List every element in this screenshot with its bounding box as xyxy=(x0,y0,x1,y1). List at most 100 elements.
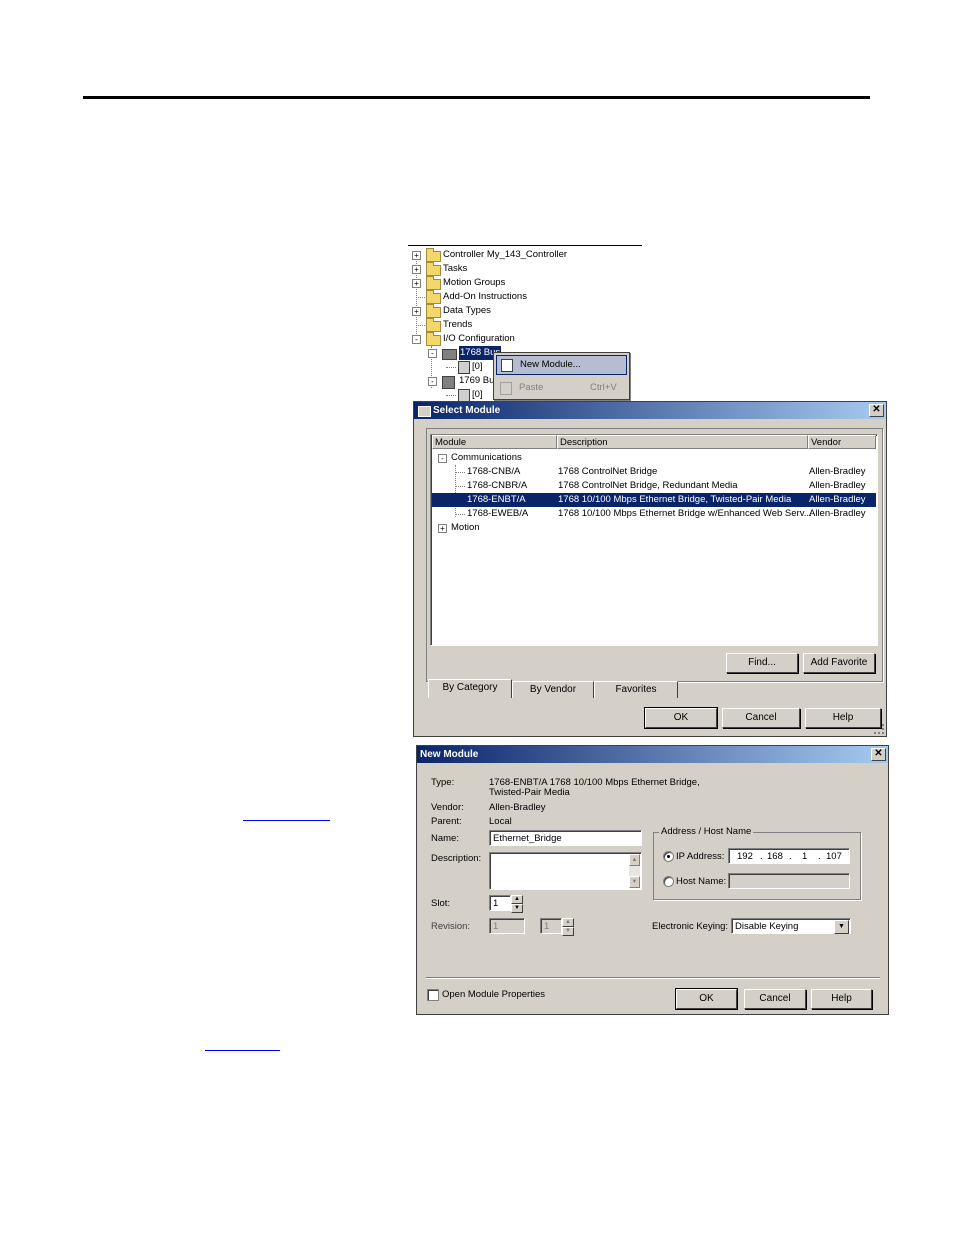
column-header-module[interactable]: Module xyxy=(432,435,557,449)
host-name-radio[interactable] xyxy=(663,876,674,887)
revision-major-field: 1 xyxy=(489,918,525,934)
spin-down-icon[interactable]: ▼ xyxy=(511,904,523,913)
folder-icon xyxy=(426,304,441,318)
group-label: Motion xyxy=(451,522,480,533)
expand-icon[interactable]: + xyxy=(412,265,421,274)
tab-by-category[interactable]: By Category xyxy=(428,679,512,698)
cancel-button[interactable]: Cancel xyxy=(744,989,806,1009)
close-icon[interactable]: ✕ xyxy=(871,748,886,761)
spin-up-icon: ▲ xyxy=(562,918,574,927)
add-favorite-button[interactable]: Add Favorite xyxy=(803,653,875,673)
context-menu: New Module... Paste Ctrl+V xyxy=(493,352,630,400)
ip-address-radio[interactable] xyxy=(663,851,674,862)
name-label: Name: xyxy=(431,833,459,844)
close-icon[interactable]: ✕ xyxy=(869,404,884,417)
tree-item-label: Data Types xyxy=(443,305,491,316)
name-field[interactable]: Ethernet_Bridge xyxy=(489,830,642,846)
ok-button[interactable]: OK xyxy=(644,707,718,729)
expand-icon[interactable]: + xyxy=(438,524,447,533)
module-name: 1768-EWEB/A xyxy=(467,508,529,519)
description-field[interactable]: ▲ ▼ xyxy=(489,852,642,890)
paste-icon xyxy=(500,382,512,395)
parent-label: Parent: xyxy=(431,816,462,827)
vendor-value: Allen-Bradley xyxy=(489,802,546,813)
chevron-down-icon[interactable]: ▼ xyxy=(834,920,849,934)
cross-reference-link-2[interactable] xyxy=(205,1050,280,1051)
tab-favorites[interactable]: Favorites xyxy=(594,681,678,698)
group-label: Communications xyxy=(451,452,522,463)
collapse-icon[interactable]: - xyxy=(438,454,447,463)
menu-item-paste[interactable]: Paste Ctrl+V xyxy=(496,379,625,397)
slot-label: Slot: xyxy=(431,898,451,909)
scroll-down-icon[interactable]: ▼ xyxy=(629,876,640,888)
tree-item-label: [0] xyxy=(472,389,483,400)
collapse-icon[interactable]: - xyxy=(428,349,437,358)
list-item[interactable]: 1768-CNBR/A 1768 ControlNet Bridge, Redu… xyxy=(432,479,876,493)
module-vendor: Allen-Bradley xyxy=(809,466,866,477)
help-button[interactable]: Help xyxy=(811,989,872,1009)
list-group-motion[interactable]: + Motion xyxy=(432,521,876,535)
slot-field[interactable]: 1 xyxy=(489,895,511,911)
list-item-selected[interactable]: 1768-ENBT/A 1768 10/100 Mbps Ethernet Br… xyxy=(432,493,876,507)
module-name: 1768-ENBT/A xyxy=(467,494,526,505)
ip-dot: . xyxy=(789,851,792,862)
open-module-properties-label: Open Module Properties xyxy=(442,989,545,1000)
bus-icon xyxy=(442,376,455,389)
electronic-keying-select[interactable]: Disable Keying ▼ xyxy=(731,918,851,934)
list-item[interactable]: 1768-EWEB/A 1768 10/100 Mbps Ethernet Br… xyxy=(432,507,876,521)
scrollbar[interactable]: ▲ ▼ xyxy=(629,854,640,888)
host-name-field xyxy=(728,873,850,889)
dialog-title: Select Module xyxy=(433,405,501,416)
tree-item-label: I/O Configuration xyxy=(443,333,515,344)
new-module-icon xyxy=(501,359,513,372)
ok-button[interactable]: OK xyxy=(675,988,738,1010)
expand-icon[interactable]: + xyxy=(412,251,421,260)
tree-item-label: Trends xyxy=(443,319,473,330)
collapse-icon[interactable]: - xyxy=(428,377,437,386)
menu-item-shortcut: Ctrl+V xyxy=(590,382,617,393)
ip-octet-1: 192 xyxy=(737,851,753,862)
cross-reference-link-1[interactable] xyxy=(243,820,330,821)
tree-item-label: Motion Groups xyxy=(443,277,506,288)
folder-open-icon xyxy=(426,332,441,346)
list-group-communications[interactable]: - Communications xyxy=(432,451,876,465)
revision-label: Revision: xyxy=(431,921,471,932)
tree-item-label: Tasks xyxy=(443,263,468,274)
bus-icon xyxy=(442,349,457,360)
column-header-description[interactable]: Description xyxy=(557,435,808,449)
electronic-keying-label: Electronic Keying: xyxy=(652,921,729,932)
resize-grip-icon[interactable] xyxy=(874,724,884,734)
spin-up-icon[interactable]: ▲ xyxy=(511,895,523,904)
menu-item-label: Paste xyxy=(519,382,544,393)
ip-dot: . xyxy=(760,851,763,862)
folder-icon xyxy=(426,262,441,276)
module-vendor: Allen-Bradley xyxy=(809,494,866,505)
revision-spinner: ▲ ▼ xyxy=(562,918,574,936)
module-list[interactable]: Module Description Vendor - Communicatio… xyxy=(430,434,878,646)
expand-icon[interactable]: + xyxy=(412,307,421,316)
open-module-properties-checkbox[interactable] xyxy=(427,989,439,1001)
list-item[interactable]: 1768-CNB/A 1768 ControlNet Bridge Allen-… xyxy=(432,465,876,479)
folder-icon xyxy=(426,248,441,262)
column-header-vendor[interactable]: Vendor xyxy=(808,435,876,449)
menu-item-new-module[interactable]: New Module... xyxy=(496,355,627,375)
ip-address-label: IP Address: xyxy=(676,851,725,862)
slot-spinner[interactable]: ▲ ▼ xyxy=(511,895,523,913)
description-label: Description: xyxy=(431,853,482,864)
dialog-title: New Module xyxy=(420,749,479,760)
collapse-icon[interactable]: - xyxy=(412,335,421,344)
vendor-label: Vendor: xyxy=(431,802,464,813)
scroll-up-icon[interactable]: ▲ xyxy=(629,854,640,866)
help-button[interactable]: Help xyxy=(805,708,881,728)
ip-address-field[interactable]: 192 . 168 . 1 . 107 xyxy=(728,848,850,864)
expand-icon[interactable]: + xyxy=(412,279,421,288)
tree-item-label: [0] xyxy=(472,361,483,372)
cancel-button[interactable]: Cancel xyxy=(722,708,800,728)
find-button[interactable]: Find... xyxy=(726,653,798,673)
page-header-rule xyxy=(83,96,870,99)
electronic-keying-value: Disable Keying xyxy=(735,921,799,932)
module-name: 1768-CNB/A xyxy=(467,466,521,477)
module-description: 1768 10/100 Mbps Ethernet Bridge, Twiste… xyxy=(558,494,792,505)
type-value-line-2: Twisted-Pair Media xyxy=(489,787,570,798)
tab-by-vendor[interactable]: By Vendor xyxy=(512,681,594,698)
